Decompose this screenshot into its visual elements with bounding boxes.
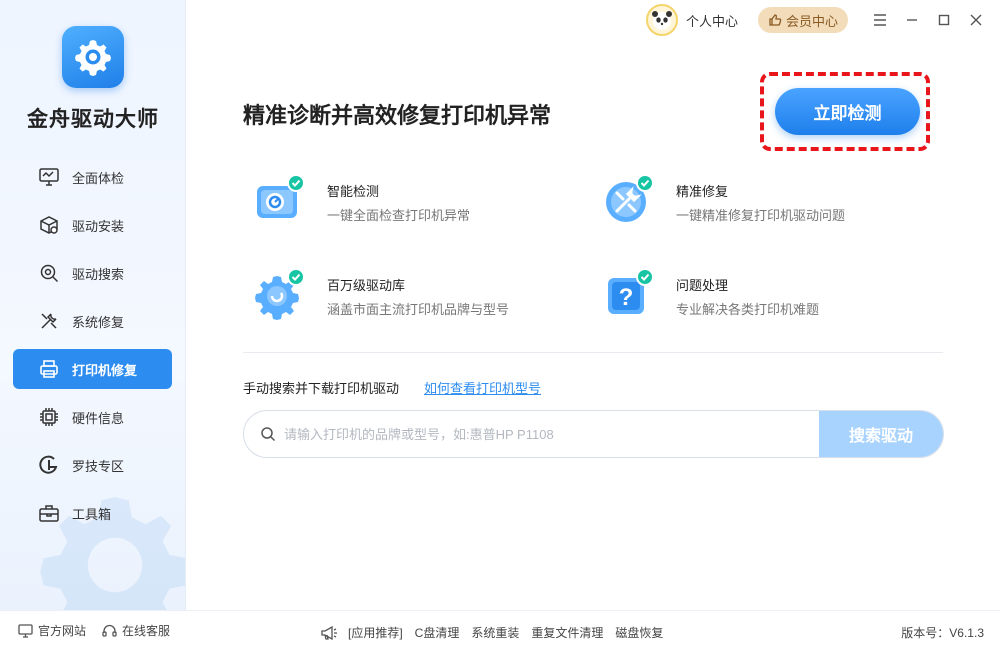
printer-icon [37, 357, 61, 381]
menu-button[interactable] [864, 0, 896, 40]
sidebar-item-label: 驱动安装 [72, 218, 125, 234]
feature-desc: 一键精准修复打印机驱动问题 [676, 208, 846, 223]
app-name: 金舟驱动大师 [27, 108, 159, 131]
vip-center-label: 会员中心 [785, 13, 838, 29]
feature-precise-repair: 精准修复 一键精准修复打印机驱动问题 [602, 174, 846, 226]
recommend-app-disk-recovery[interactable]: 磁盘恢复 [615, 624, 663, 641]
chip-icon [37, 405, 61, 429]
close-icon [970, 14, 982, 26]
smart-detect-icon [253, 174, 305, 226]
vip-center-button[interactable]: 会员中心 [757, 7, 848, 33]
search-box: 搜索驱动 [243, 410, 944, 458]
sidebar-item-label: 系统修复 [72, 314, 125, 330]
detect-now-button[interactable]: 立即检测 [775, 88, 920, 135]
recommend-app-c-drive-clean[interactable]: C盘清理 [415, 624, 460, 641]
app-recommend-bar: [应用推荐] C盘清理 系统重装 重复文件清理 磁盘恢复 [320, 624, 675, 641]
sidebar-item-label: 罗技专区 [72, 458, 125, 474]
search-gear-icon [37, 261, 61, 285]
sidebar-item-hardware-info[interactable]: 硬件信息 [13, 397, 172, 437]
sidebar-item-logitech[interactable]: 罗技专区 [13, 445, 172, 485]
hamburger-menu-icon [874, 14, 886, 26]
package-gear-icon [37, 213, 61, 237]
sidebar-item-driver-search[interactable]: 驱动搜索 [13, 253, 172, 293]
sidebar: 金舟驱动大师 全面体检 驱动安装 驱动搜索 系统修复 打印机修复 硬件信息 罗技… [0, 0, 186, 610]
title-bar: 个人中心 会员中心 [645, 0, 1000, 40]
sidebar-item-label: 工具箱 [72, 506, 112, 522]
recommend-app-duplicate-file-clean[interactable]: 重复文件清理 [531, 624, 603, 641]
sidebar-item-label: 驱动搜索 [72, 266, 125, 282]
toolbox-icon [37, 501, 61, 525]
howto-check-model-link[interactable]: 如何查看打印机型号 [424, 378, 541, 397]
online-service-label: 在线客服 [122, 624, 171, 638]
monitor-icon [18, 623, 33, 638]
recommend-label: [应用推荐] [348, 626, 403, 640]
official-site-link[interactable]: 官方网站 [18, 622, 86, 639]
feature-problem-handling: ? 问题处理 专业解决各类打印机难题 [602, 268, 820, 320]
gear-logo-icon [75, 40, 111, 76]
sidebar-nav: 全面体检 驱动安装 驱动搜索 系统修复 打印机修复 硬件信息 罗技专区 工具箱 [13, 157, 172, 541]
printer-model-search-input[interactable] [284, 426, 819, 442]
check-badge-icon [287, 174, 305, 192]
search-icon [260, 426, 276, 442]
version-label: 版本号：V6.1.3 [901, 626, 984, 640]
feature-title: 精准修复 [676, 184, 729, 199]
close-button[interactable] [960, 0, 992, 40]
feature-desc: 涵盖市面主流打印机品牌与型号 [327, 302, 510, 317]
sidebar-item-label: 打印机修复 [72, 362, 138, 378]
official-site-label: 官方网站 [38, 624, 87, 638]
svg-text:?: ? [619, 284, 634, 311]
feature-title: 智能检测 [327, 184, 380, 199]
page-title: 精准诊断并高效修复打印机异常 [243, 103, 552, 128]
sidebar-item-label: 硬件信息 [72, 410, 125, 426]
headset-icon [102, 624, 117, 638]
feature-driver-library: 百万级驱动库 涵盖市面主流打印机品牌与型号 [253, 268, 510, 320]
search-driver-button[interactable]: 搜索驱动 [819, 411, 943, 457]
check-badge-icon [636, 268, 654, 286]
sidebar-item-full-check[interactable]: 全面体检 [13, 157, 172, 197]
question-icon: ? [602, 268, 654, 320]
feature-title: 问题处理 [676, 278, 729, 293]
feature-smart-detect: 智能检测 一键全面检查打印机异常 [253, 174, 471, 226]
recommend-app-system-reinstall[interactable]: 系统重装 [471, 624, 519, 641]
monitor-check-icon [37, 165, 61, 189]
app-logo [62, 26, 124, 88]
minimize-icon [907, 19, 917, 21]
divider [243, 352, 943, 353]
feature-desc: 专业解决各类打印机难题 [676, 302, 820, 317]
wrench-screwdriver-icon [37, 309, 61, 333]
avatar[interactable] [645, 4, 678, 36]
repair-tools-icon [602, 174, 654, 226]
thumbs-up-icon [768, 13, 782, 27]
check-badge-icon [636, 174, 654, 192]
feature-title: 百万级驱动库 [327, 278, 406, 293]
online-service-link[interactable]: 在线客服 [102, 622, 170, 639]
megaphone-icon [320, 625, 338, 641]
manual-search-label: 手动搜索并下载打印机驱动 [243, 381, 400, 396]
footer: 官方网站 在线客服 [应用推荐] C盘清理 系统重装 重复文件清理 磁盘恢复 版… [0, 610, 1000, 650]
maximize-button[interactable] [928, 0, 960, 40]
sidebar-item-toolbox[interactable]: 工具箱 [13, 493, 172, 533]
sidebar-item-system-repair[interactable]: 系统修复 [13, 301, 172, 341]
minimize-button[interactable] [896, 0, 928, 40]
sidebar-item-driver-install[interactable]: 驱动安装 [13, 205, 172, 245]
logitech-icon [37, 453, 61, 477]
user-center-link[interactable]: 个人中心 [686, 11, 738, 30]
panda-avatar-icon [651, 11, 672, 30]
check-badge-icon [287, 268, 305, 286]
feature-desc: 一键全面检查打印机异常 [327, 208, 471, 223]
maximize-icon [938, 14, 950, 26]
sidebar-item-printer-repair[interactable]: 打印机修复 [13, 349, 172, 389]
driver-library-icon [253, 268, 305, 320]
sidebar-item-label: 全面体检 [72, 170, 125, 186]
